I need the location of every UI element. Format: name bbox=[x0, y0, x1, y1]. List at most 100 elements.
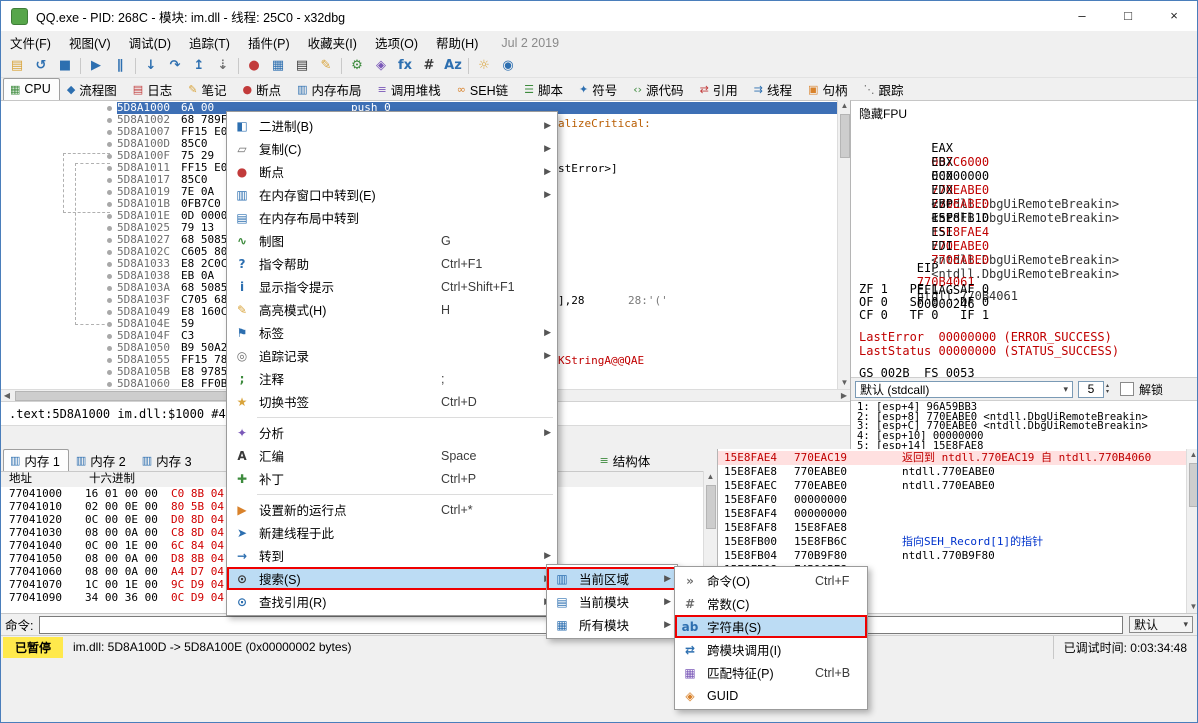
tab-handles[interactable]: ▣ 句柄 bbox=[801, 78, 856, 100]
menu-item-instruction-help[interactable]: ? 指令帮助 Ctrl+F1 bbox=[227, 252, 557, 275]
settings-icon[interactable]: ⚙ bbox=[345, 56, 369, 76]
search-item-command[interactable]: » 命令(O) Ctrl+F bbox=[675, 569, 867, 592]
run-icon[interactable]: ▶ bbox=[84, 56, 108, 76]
about-icon[interactable]: ◉ bbox=[496, 56, 520, 76]
tab-dump-1[interactable]: ▥ 内存 1 bbox=[3, 449, 69, 471]
breakpoint-dot-icon[interactable] bbox=[107, 142, 112, 147]
menubar-item[interactable]: 插件(P) bbox=[239, 30, 299, 55]
toolbar-separator[interactable] bbox=[132, 56, 139, 76]
toolbar-separator[interactable] bbox=[77, 56, 84, 76]
menu-item-create-thread-here[interactable]: ➤ 新建线程于此 bbox=[227, 521, 557, 544]
breakpoint-dot-icon[interactable] bbox=[107, 334, 112, 339]
scroll-up-icon[interactable]: ▲ bbox=[1188, 449, 1198, 461]
menubar-item[interactable]: 收藏夹(I) bbox=[299, 30, 366, 55]
scrollbar-thumb[interactable] bbox=[706, 485, 716, 529]
stack-row[interactable]: 15E8FAF4 00000000 bbox=[718, 507, 1187, 521]
scrollbar-thumb[interactable] bbox=[840, 114, 850, 158]
menu-item-show-mnemonic-brief[interactable]: i 显示指令提示 Ctrl+Shift+F1 bbox=[227, 275, 557, 298]
menubar-item[interactable]: 文件(F) bbox=[1, 30, 60, 55]
tab-dump-3[interactable]: ▥ 内存 3 bbox=[135, 449, 201, 471]
stack-row[interactable]: 15E8FB04 770B9F80 ntdll.770B9F80 bbox=[718, 549, 1187, 563]
tab-script[interactable]: ☰ 脚本 bbox=[517, 78, 572, 100]
functions-icon[interactable]: fx bbox=[393, 56, 417, 76]
menu-item-toggle-bookmark[interactable]: ★ 切换书签 Ctrl+D bbox=[227, 390, 557, 413]
stack-row[interactable]: 15E8FAEC 770EABE0 ntdll.770EABE0 bbox=[718, 479, 1187, 493]
menu-item-trace-record[interactable]: ◎ 追踪记录 ▶ bbox=[227, 344, 557, 367]
close-button[interactable]: × bbox=[1151, 1, 1197, 31]
breakpoint-dot-icon[interactable] bbox=[107, 130, 112, 135]
scylla-icon[interactable]: ◈ bbox=[369, 56, 393, 76]
memory-map-icon[interactable]: ▦ bbox=[266, 56, 290, 76]
menu-item-highlighting-mode[interactable]: ✎ 高亮模式(H) H bbox=[227, 298, 557, 321]
breakpoint-dot-icon[interactable] bbox=[107, 118, 112, 123]
scrollbar-thumb[interactable] bbox=[1189, 463, 1198, 507]
scroll-down-icon[interactable]: ▼ bbox=[839, 377, 851, 389]
search-item-string-references[interactable]: ab 字符串(S) bbox=[675, 615, 867, 638]
menu-item-patch[interactable]: ✚ 补丁 Ctrl+P bbox=[227, 467, 557, 490]
tab-struct[interactable]: ≡ 结构体 bbox=[593, 449, 660, 471]
unlock-checkbox[interactable] bbox=[1120, 382, 1134, 396]
toolbar-separator[interactable] bbox=[465, 56, 472, 76]
tab-breakpoints[interactable]: ● 断点 bbox=[235, 78, 290, 100]
breakpoints-icon[interactable]: ● bbox=[242, 56, 266, 76]
menu-item-follow-in-dump[interactable]: ▥ 在内存窗口中转到(E) ▶ bbox=[227, 183, 557, 206]
tab-trace[interactable]: ⋱ 跟踪 bbox=[856, 78, 912, 100]
breakpoint-dot-icon[interactable] bbox=[107, 370, 112, 375]
arg-count-spinner[interactable]: 5 ▴▾ bbox=[1078, 381, 1109, 398]
tab-source[interactable]: ‹› 源代码 bbox=[626, 78, 692, 100]
breakpoint-dot-icon[interactable] bbox=[107, 346, 112, 351]
pause-icon[interactable]: ∥ bbox=[108, 56, 132, 76]
menu-separator[interactable] bbox=[227, 490, 557, 498]
menubar-item[interactable]: 追踪(T) bbox=[180, 30, 239, 55]
menu-separator[interactable] bbox=[227, 413, 557, 421]
toolbar-separator[interactable] bbox=[338, 56, 345, 76]
stack-row[interactable]: 15E8FAE4 770EAC19 返回到 ntdll.770EAC19 自 n… bbox=[718, 451, 1187, 465]
step-into-icon[interactable]: ↓ bbox=[139, 56, 163, 76]
register-row[interactable]: EAX 007C6000 bbox=[859, 127, 1198, 141]
last-error-row[interactable]: LastError 00000000 (ERROR_SUCCESS) bbox=[859, 330, 1198, 344]
calling-convention-select[interactable]: 默认 (stdcall) ▾ bbox=[855, 381, 1073, 398]
run-to-user-code-icon[interactable]: ⇣ bbox=[211, 56, 235, 76]
flags-row[interactable]: CF 0 TF 0 IF 1 bbox=[859, 309, 1198, 322]
stack-row[interactable]: 15E8FAE8 770EABE0 ntdll.770EABE0 bbox=[718, 465, 1187, 479]
open-file-icon[interactable]: ▤ bbox=[5, 56, 29, 76]
menu-item-breakpoint[interactable]: ● 断点 ▶ bbox=[227, 160, 557, 183]
search-item-constant[interactable]: # 常数(C) bbox=[675, 592, 867, 615]
tab-log[interactable]: ▤ 日志 bbox=[126, 78, 181, 100]
menu-item-binary[interactable]: ◧ 二进制(B) ▶ bbox=[227, 114, 557, 137]
constant-icon[interactable]: # bbox=[417, 56, 441, 76]
command-profile-select[interactable]: 默认 ▾ bbox=[1129, 616, 1193, 633]
tab-symbols[interactable]: ✦ 符号 bbox=[572, 78, 626, 100]
strings-icon[interactable]: Az bbox=[441, 56, 465, 76]
menubar-item[interactable]: 帮助(H) bbox=[427, 30, 487, 55]
submenu-item-current-region[interactable]: ▥ 当前区域 ▶ bbox=[547, 567, 677, 590]
maximize-button[interactable]: □ bbox=[1105, 1, 1151, 31]
stack-row[interactable]: 15E8FB00 15E8FB6C 指向SEH_Record[1]的指针 bbox=[718, 535, 1187, 549]
toolbar-separator[interactable] bbox=[235, 56, 242, 76]
menu-item-follow-in-memory-map[interactable]: ▤ 在内存布局中转到 bbox=[227, 206, 557, 229]
stack-vertical-scrollbar[interactable]: ▲ ▼ bbox=[1186, 449, 1198, 613]
tab-dump-2[interactable]: ▥ 内存 2 bbox=[69, 449, 135, 471]
spinner-arrows-icon[interactable]: ▴▾ bbox=[1104, 381, 1109, 398]
restart-icon[interactable]: ↺ bbox=[29, 56, 53, 76]
search-item-guid[interactable]: ◈ GUID bbox=[675, 684, 867, 707]
menu-item-find-references[interactable]: ⊙ 查找引用(R) ▶ bbox=[227, 590, 557, 613]
breakpoint-dot-icon[interactable] bbox=[107, 358, 112, 363]
menubar-item[interactable]: 选项(O) bbox=[366, 30, 427, 55]
tab-memory-map[interactable]: ▥ 内存布局 bbox=[290, 78, 370, 100]
preferences-icon[interactable]: ☼ bbox=[472, 56, 496, 76]
menu-item-copy[interactable]: ▱ 复制(C) ▶ bbox=[227, 137, 557, 160]
tab-notes[interactable]: ✎ 笔记 bbox=[181, 78, 235, 100]
menu-item-comment[interactable]: ; 注释 ; bbox=[227, 367, 557, 390]
scroll-up-icon[interactable]: ▲ bbox=[705, 471, 717, 483]
tab-threads[interactable]: ⇉ 线程 bbox=[747, 78, 801, 100]
disasm-vertical-scrollbar[interactable]: ▲ ▼ bbox=[837, 100, 851, 389]
execute-till-return-icon[interactable]: ↥ bbox=[187, 56, 211, 76]
submenu-item-current-module[interactable]: ▤ 当前模块 ▶ bbox=[547, 590, 677, 613]
last-status-row[interactable]: LastStatus 00000000 (STATUS_SUCCESS) bbox=[859, 344, 1198, 358]
hide-fpu-button[interactable]: 隐藏FPU bbox=[859, 105, 1198, 122]
stop-icon[interactable]: ■ bbox=[53, 56, 77, 76]
stack-row[interactable]: 15E8FAF0 00000000 bbox=[718, 493, 1187, 507]
tab-call-stack[interactable]: ≡ 调用堆栈 bbox=[371, 78, 450, 100]
menu-item-goto[interactable]: → 转到 ▶ bbox=[227, 544, 557, 567]
